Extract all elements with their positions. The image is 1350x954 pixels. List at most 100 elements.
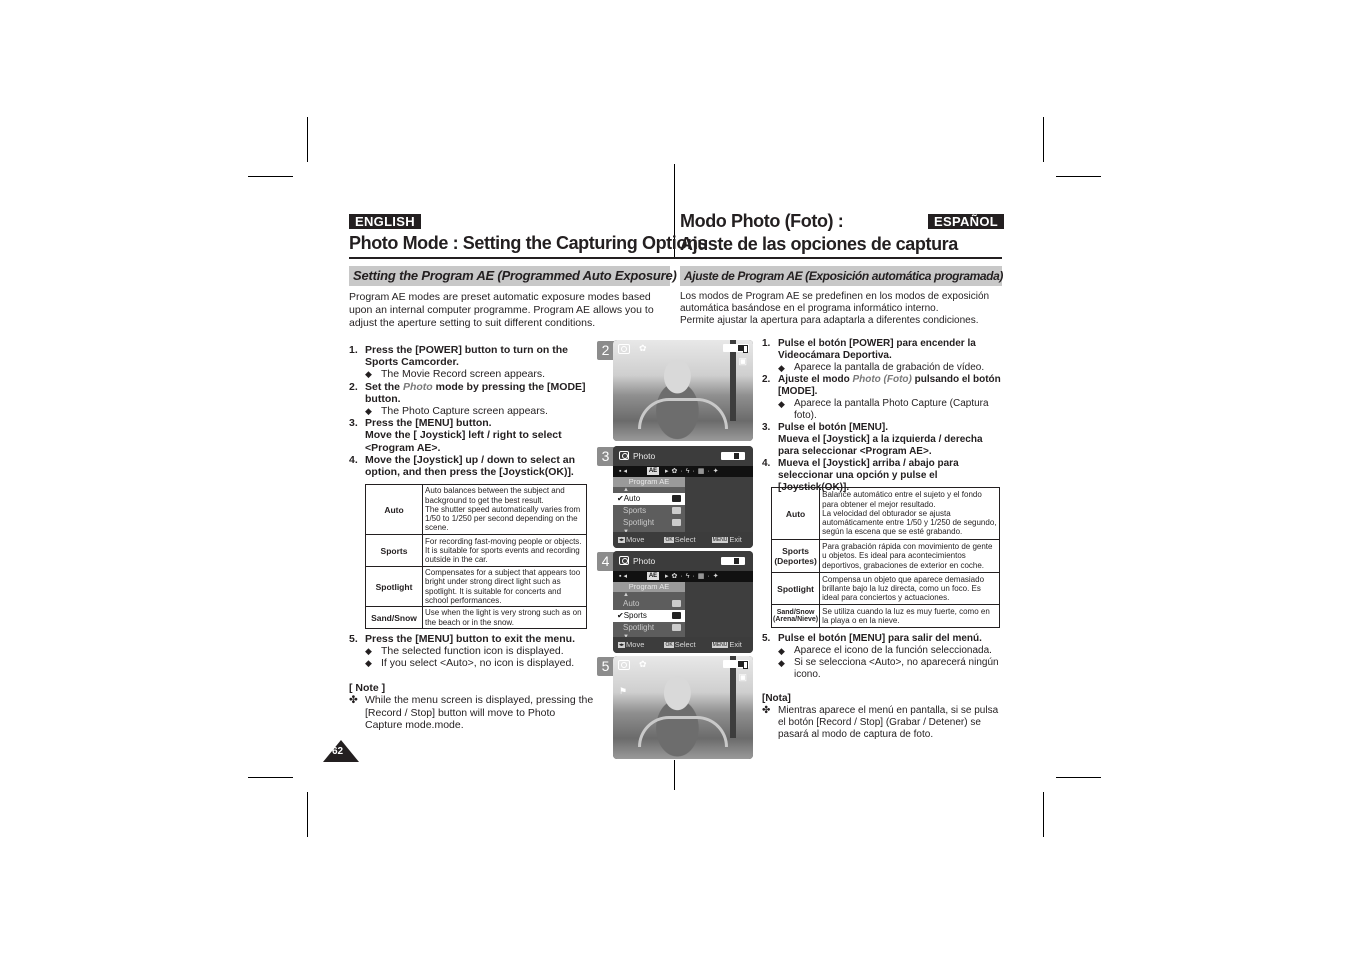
diamond-bullet-icon: ◆ [778, 363, 785, 373]
table-row: Sand/Snow (Arena/Nieve) Se utiliza cuando … [770, 604, 1000, 628]
menu-tab-strip[interactable]: ▪◂ AE ▸✿·ϟ·▦·✦ [613, 571, 753, 582]
program-ae-submenu: Program AE ▲ ✔Auto Sports Spotlight ▼ [613, 477, 685, 535]
crop-mark [248, 777, 293, 778]
step-badge-3: 3 [597, 447, 614, 466]
menu-item-auto[interactable]: ✔Auto [613, 493, 685, 505]
diamond-bullet-icon: ◆ [365, 658, 372, 669]
battery-icon [721, 557, 745, 565]
step-bullet: ◆ Aparece la pantalla Photo Capture (Capt… [778, 398, 989, 421]
spotlight-icon [672, 519, 681, 526]
check-icon: ✔ [617, 611, 624, 620]
step-bullet: ◆ The selected function icon is displayed… [365, 645, 564, 658]
step-4: 4. Move the [Joystick] up / down to selec… [349, 453, 576, 479]
joystick-icon: ◂▸ [618, 642, 626, 649]
camera-screen-photo: ✿ ▣ [613, 340, 753, 441]
menu-tab-strip[interactable]: ▪◂ AE ▸✿·ϟ·▦·✦ [613, 466, 753, 477]
steps-list-english: 1. Press the [POWER] button to turn on th… [349, 344, 595, 478]
menu-item-sports[interactable]: Sports [613, 505, 685, 517]
crop-mark [307, 792, 308, 837]
modes-table-espanol: Auto Balance automático entre el sujeto y… [770, 487, 1000, 628]
note-title-english: [ Note ] [349, 682, 386, 694]
table-row: Auto Balance automático entre el sujeto y… [770, 487, 1000, 540]
auto-mode-icon: ✿ [639, 659, 647, 669]
section-heading-english: Setting the Program AE (Programmed Auto … [349, 266, 677, 286]
diamond-bullet-icon: ◆ [365, 646, 372, 657]
language-badge-english: ENGLISH [349, 214, 421, 229]
menu-item-spotlight[interactable]: Spotlight [613, 622, 685, 634]
intro-paragraph-english: Program AE modes are preset automatic ex… [349, 291, 654, 329]
table-row: Sports (Deportes) Para grabación rápida co… [770, 539, 1000, 573]
step-2: 2. Set the Photo mode by pressing the [MO… [349, 380, 586, 405]
joystick-icon: ◂▸ [618, 537, 626, 544]
program-ae-tab[interactable]: AE [647, 467, 659, 475]
step-3: 3. Pulse el botón [MENU]. Mueva el [Joysti… [762, 422, 983, 457]
crop-mark [1043, 792, 1044, 837]
preview-photo [613, 340, 753, 441]
note-title-espanol: [Nota] [762, 693, 791, 704]
intro-paragraph-espanol: Los modos de Program AE se predefinen en… [680, 291, 990, 326]
step-badge-5: 5 [597, 657, 614, 676]
camera-screen-menu-sports: Photo ▪◂ AE ▸✿·ϟ·▦·✦ Program AE ▲ Auto ✔… [613, 551, 753, 653]
camera-screen-menu-auto: Photo ▪◂ AE ▸✿·ϟ·▦·✦ Program AE ▲ ✔Auto … [613, 446, 753, 548]
diamond-bullet-icon: ◆ [365, 406, 372, 417]
table-row: Auto Auto balances between the subject an… [365, 484, 587, 535]
auto-icon [672, 600, 681, 607]
diamond-bullet-icon: ◆ [778, 646, 785, 656]
sports-icon [672, 507, 681, 514]
table-row: Sports For recording fast-moving people o… [365, 534, 587, 567]
camera-icon [619, 451, 629, 460]
program-ae-submenu: Program AE ▲ Auto ✔Sports Spotlight ▼ [613, 582, 685, 640]
table-row: Sand/Snow Use when the light is very stro… [365, 606, 587, 629]
menu-item-auto[interactable]: Auto [613, 598, 685, 610]
note-cross-icon: ✤ [349, 694, 358, 706]
step-bullet: ◆ If you select <Auto>, no icon is displa… [365, 657, 575, 670]
page-title-espanol-line2: Ajuste de las opciones de captura [680, 234, 958, 254]
auto-mode-icon: ✿ [639, 343, 647, 353]
menu-item-spotlight[interactable]: Spotlight [613, 517, 685, 529]
steps-list-english-2: 5. Press the [MENU] button to exit the me… [349, 633, 595, 670]
program-ae-tab[interactable]: AE [647, 572, 659, 580]
steps-list-espanol: 1. Pulse el botón [POWER] para encender l… [762, 338, 1002, 494]
table-row: Spotlight Compensa un objeto que aparece … [770, 572, 1000, 605]
step-bullet: ◆ Aparece el icono de la función seleccio… [778, 645, 992, 656]
memory-card-icon: ▣ [738, 672, 747, 682]
page-title-english: Photo Mode : Setting the Capturing Optio… [349, 233, 708, 253]
steps-list-espanol-2: 5. Pulse el botón [MENU] para salir del m… [762, 633, 1002, 681]
diamond-bullet-icon: ◆ [778, 399, 785, 409]
sports-icon [672, 612, 681, 619]
battery-icon [723, 660, 749, 669]
crop-mark [248, 176, 293, 177]
spotlight-icon [672, 624, 681, 631]
page-title-espanol-line1: Modo Photo (Foto) : [680, 211, 844, 231]
step-5: 5. Pulse el botón [MENU] para salir del m… [762, 633, 982, 644]
note-cross-icon: ✤ [762, 705, 771, 716]
step-2: 2. Ajuste el modo Photo (Foto) pulsando e… [762, 374, 1001, 397]
note-english: ✤ While the menu screen is displayed, pr… [349, 694, 594, 731]
title-rule [674, 257, 1002, 259]
page-number: 62 [323, 740, 359, 762]
note-espanol: ✤ Mientras aparece el menú en pantalla, … [762, 705, 999, 740]
step-bullet: ◆ The Photo Capture screen appears. [365, 405, 548, 418]
center-fold-line [674, 760, 675, 790]
preview-photo [613, 656, 753, 759]
camera-screen-photo-sports: ✿ ⚑ ▣ [613, 656, 753, 759]
title-rule [349, 257, 674, 259]
menu-item-sports[interactable]: ✔Sports [613, 610, 685, 622]
step-5: 5. Press the [MENU] button to exit the me… [349, 633, 576, 645]
section-heading-espanol: Ajuste de Program AE (Exposición automát… [680, 266, 1003, 286]
language-badge-espanol: ESPAÑOL [928, 214, 1004, 229]
step-badge-2: 2 [597, 341, 614, 360]
camera-icon [618, 344, 630, 354]
crop-mark [1056, 176, 1101, 177]
battery-icon [721, 452, 745, 460]
crop-mark [1043, 117, 1044, 162]
menu-footer: ◂▸ Move OK Select MENU Exit [613, 532, 753, 548]
step-bullet: ◆ The Movie Record screen appears. [365, 368, 545, 381]
sports-mode-icon: ⚑ [619, 686, 628, 696]
step-bullet: ◆ Si se selecciona <Auto>, no aparecerá n… [778, 657, 999, 680]
step-badge-4: 4 [597, 552, 614, 571]
camera-icon [619, 556, 629, 565]
diamond-bullet-icon: ◆ [778, 658, 785, 668]
modes-table-english: Auto Auto balances between the subject an… [365, 484, 587, 629]
step-bullet: ◆ Aparece la pantalla de grabación de víd… [778, 362, 985, 373]
